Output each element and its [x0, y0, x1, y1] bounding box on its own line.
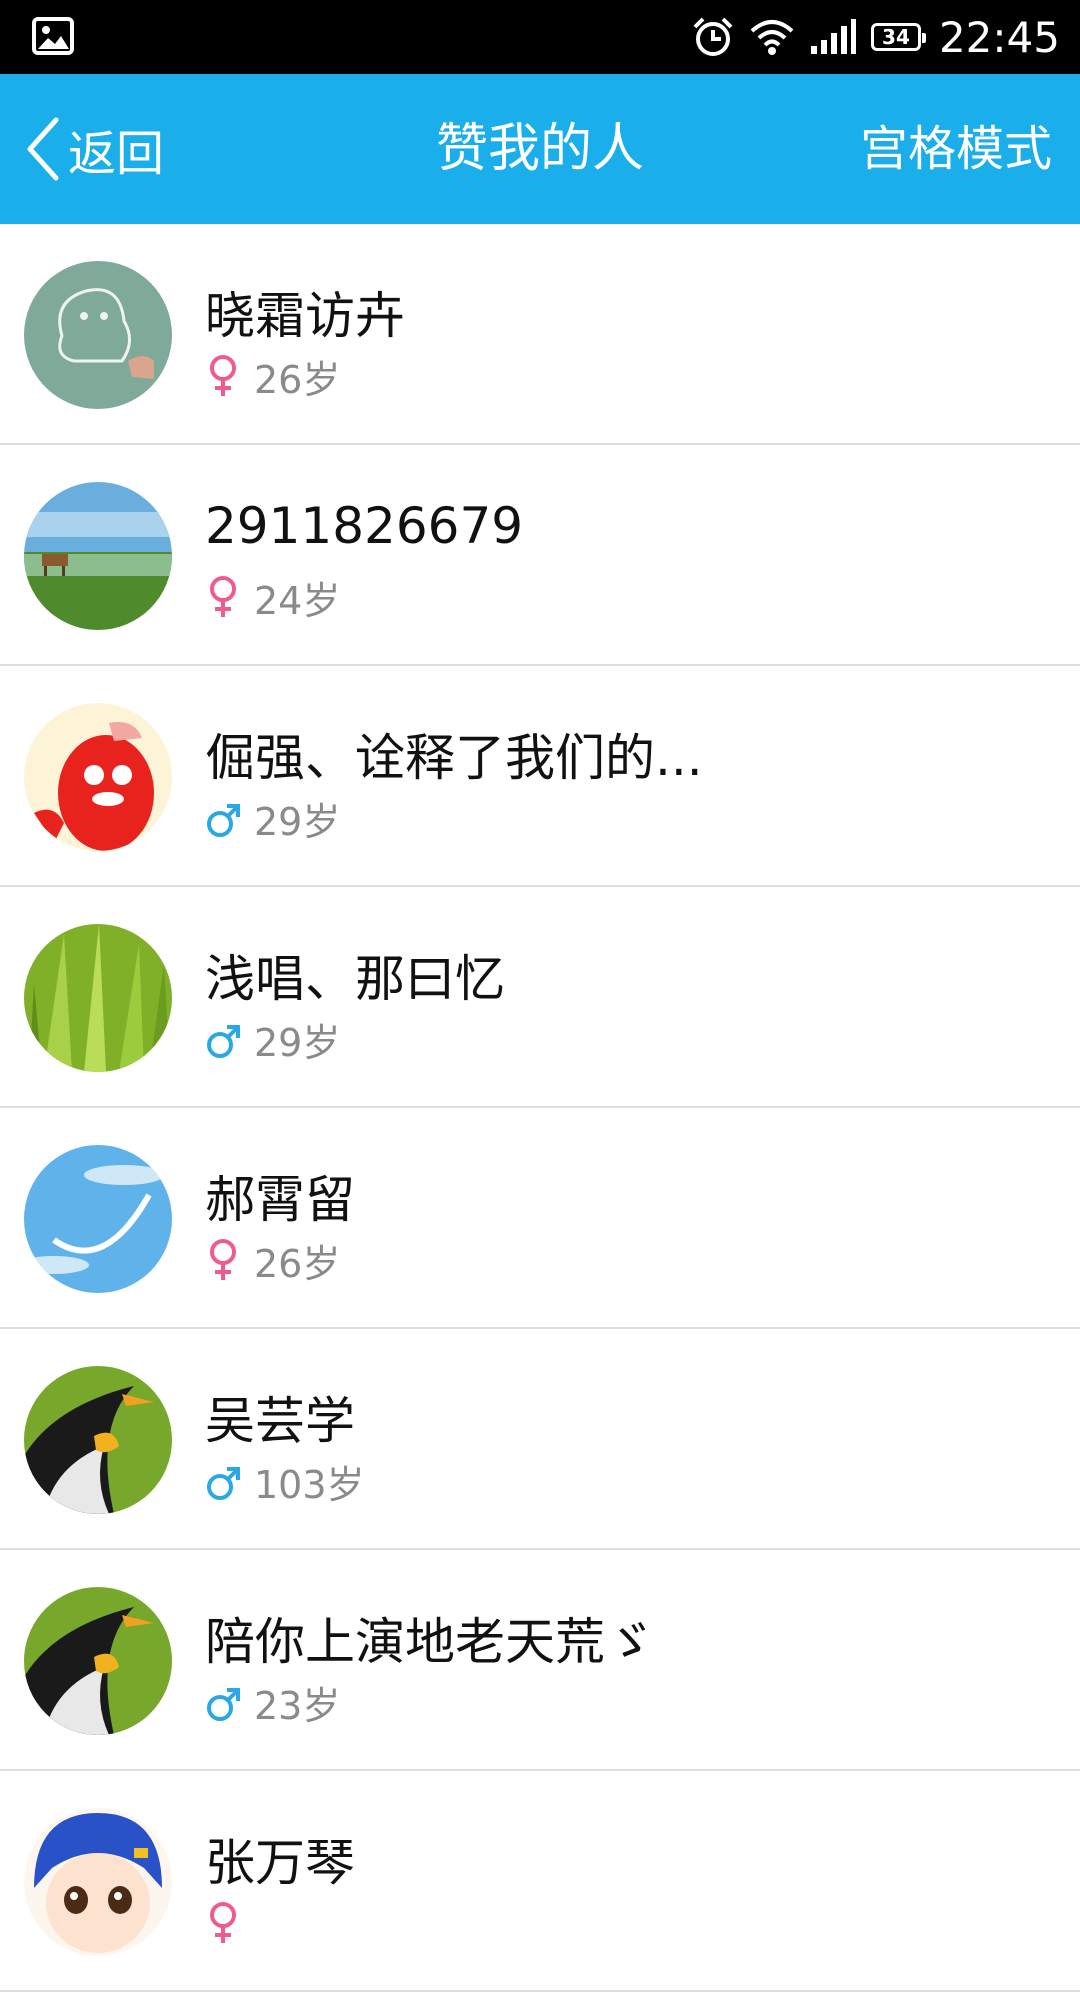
- grassland-cow-avatar-image: [24, 482, 172, 630]
- avatar: [24, 261, 172, 409]
- avatar: [24, 1145, 172, 1293]
- list-item[interactable]: 晓霜访卉 26岁: [0, 224, 1080, 445]
- penguin-avatar-image: [24, 1587, 172, 1735]
- female-icon: [206, 575, 240, 619]
- user-age: 26岁: [254, 357, 341, 402]
- blue-sky-smile-avatar-image: [24, 1145, 172, 1293]
- signal-icon: [810, 19, 856, 54]
- list-item[interactable]: 吴芸学 103岁: [0, 1329, 1080, 1550]
- cartoon-girl-avatar-image: [24, 1808, 172, 1956]
- battery-icon: 34: [870, 23, 926, 51]
- green-grass-avatar-image: [24, 924, 172, 1072]
- avatar: [24, 703, 172, 851]
- user-meta: 29岁: [206, 794, 340, 844]
- avatar: [24, 1808, 172, 1956]
- male-icon: [206, 1680, 240, 1724]
- gallery-icon: [32, 17, 74, 55]
- user-age: 103岁: [254, 1462, 365, 1507]
- list-item[interactable]: 浅唱、那曰忆 29岁: [0, 887, 1080, 1108]
- list-item[interactable]: 陪你上演地老天荒ゞ 23岁: [0, 1550, 1080, 1771]
- avatar: [24, 482, 172, 630]
- user-name: 浅唱、那曰忆: [205, 950, 505, 1008]
- male-icon: [206, 1459, 240, 1503]
- grid-mode-button[interactable]: 宫格模式: [860, 74, 1052, 224]
- clock: 22:45: [938, 12, 1060, 62]
- avatar: [24, 924, 172, 1072]
- penguin-avatar-image: [24, 1366, 172, 1514]
- user-name: 倔强、诠释了我们的...: [205, 729, 703, 787]
- list-item[interactable]: 张万琴: [0, 1771, 1080, 1992]
- list-item[interactable]: 倔强、诠释了我们的... 29岁: [0, 666, 1080, 887]
- male-icon: [206, 1017, 240, 1061]
- user-name: 陪你上演地老天荒ゞ: [205, 1613, 655, 1671]
- back-label: 返回: [68, 126, 165, 182]
- female-icon: [206, 354, 240, 398]
- female-icon: [206, 1238, 240, 1282]
- user-meta: 103岁: [206, 1457, 365, 1507]
- user-meta: 29岁: [206, 1015, 340, 1065]
- user-name: 2911826679: [205, 497, 524, 555]
- avatar: [24, 1587, 172, 1735]
- user-meta: 23岁: [206, 1678, 340, 1728]
- user-age: 23岁: [254, 1683, 341, 1728]
- male-icon: [206, 796, 240, 840]
- status-bar: 34 22:45: [0, 0, 1080, 74]
- user-age: 26岁: [254, 1241, 341, 1286]
- list-item[interactable]: 郝霄留 26岁: [0, 1108, 1080, 1329]
- user-name: 晓霜访卉: [205, 287, 405, 345]
- user-meta: 26岁: [206, 1236, 340, 1286]
- user-age: 29岁: [254, 1020, 341, 1065]
- user-name: 张万琴: [205, 1834, 355, 1892]
- user-age: 24岁: [254, 578, 341, 623]
- female-icon: [206, 1901, 240, 1945]
- user-name: 吴芸学: [205, 1392, 355, 1450]
- user-meta: 24岁: [206, 573, 340, 623]
- user-meta: [206, 1899, 254, 1947]
- title-bar: 返回 赞我的人 宫格模式: [0, 74, 1080, 224]
- liker-list: 晓霜访卉 26岁 2911826679 24岁 倔强、诠释了我们的... 29岁…: [0, 224, 1080, 1992]
- user-name: 郝霄留: [205, 1171, 355, 1229]
- user-age: 29岁: [254, 799, 341, 844]
- battery-level: 34: [882, 25, 910, 49]
- chevron-left-icon: [27, 117, 59, 181]
- alarm-icon: [693, 17, 733, 56]
- list-item[interactable]: 2911826679 24岁: [0, 445, 1080, 666]
- avatar: [24, 1366, 172, 1514]
- wifi-icon: [750, 20, 794, 55]
- red-penguin-avatar-image: [24, 703, 172, 851]
- back-button[interactable]: 返回: [22, 74, 164, 224]
- qq-drawing-avatar-image: [24, 261, 172, 409]
- user-meta: 26岁: [206, 352, 340, 402]
